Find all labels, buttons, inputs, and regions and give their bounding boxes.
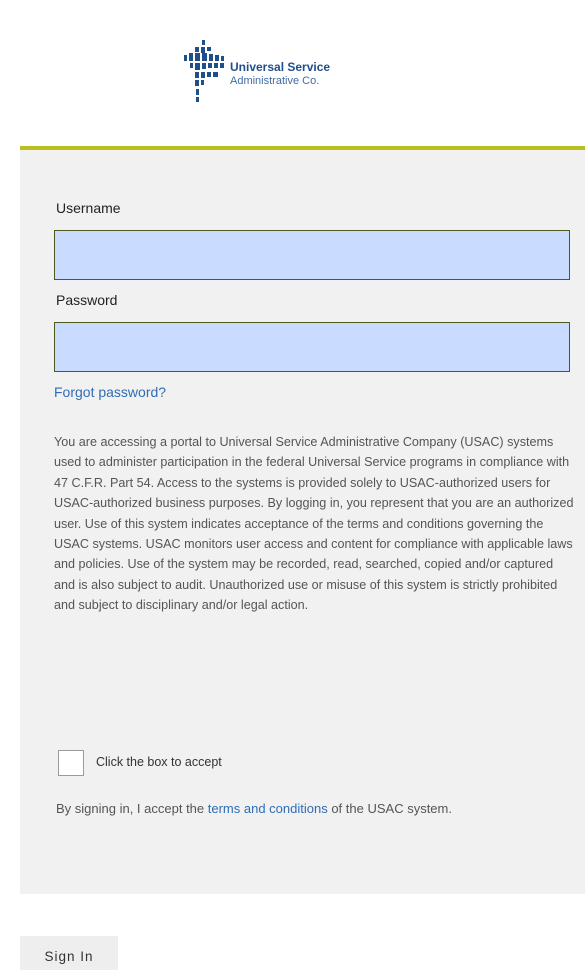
username-label: Username <box>56 200 121 216</box>
usac-logo: Universal Service Administrative Co. <box>180 38 420 108</box>
accept-prefix: By signing in, I accept the <box>56 801 208 816</box>
accept-checkbox-label: Click the box to accept <box>96 755 222 769</box>
password-label: Password <box>56 292 118 308</box>
terms-link[interactable]: terms and conditions <box>208 801 328 816</box>
accept-suffix: of the USAC system. <box>327 801 452 816</box>
login-page: Universal Service Administrative Co. Use… <box>0 0 585 970</box>
logo-line-2: Administrative Co. <box>230 75 320 87</box>
forgot-password-link[interactable]: Forgot password? <box>54 384 166 400</box>
sign-in-button[interactable]: Sign In <box>20 936 118 970</box>
logo-line-1: Universal Service <box>230 60 331 74</box>
usac-logo-wordmark: Universal Service Administrative Co. <box>230 60 330 88</box>
login-panel: Username Password Forgot password? You a… <box>20 146 585 894</box>
username-input[interactable] <box>54 230 570 280</box>
legal-notice: You are accessing a portal to Universal … <box>54 435 574 613</box>
usac-logo-icon <box>184 40 224 102</box>
password-input[interactable] <box>54 322 570 372</box>
accept-statement: By signing in, I accept the terms and co… <box>56 798 556 820</box>
accept-checkbox[interactable] <box>58 750 84 776</box>
